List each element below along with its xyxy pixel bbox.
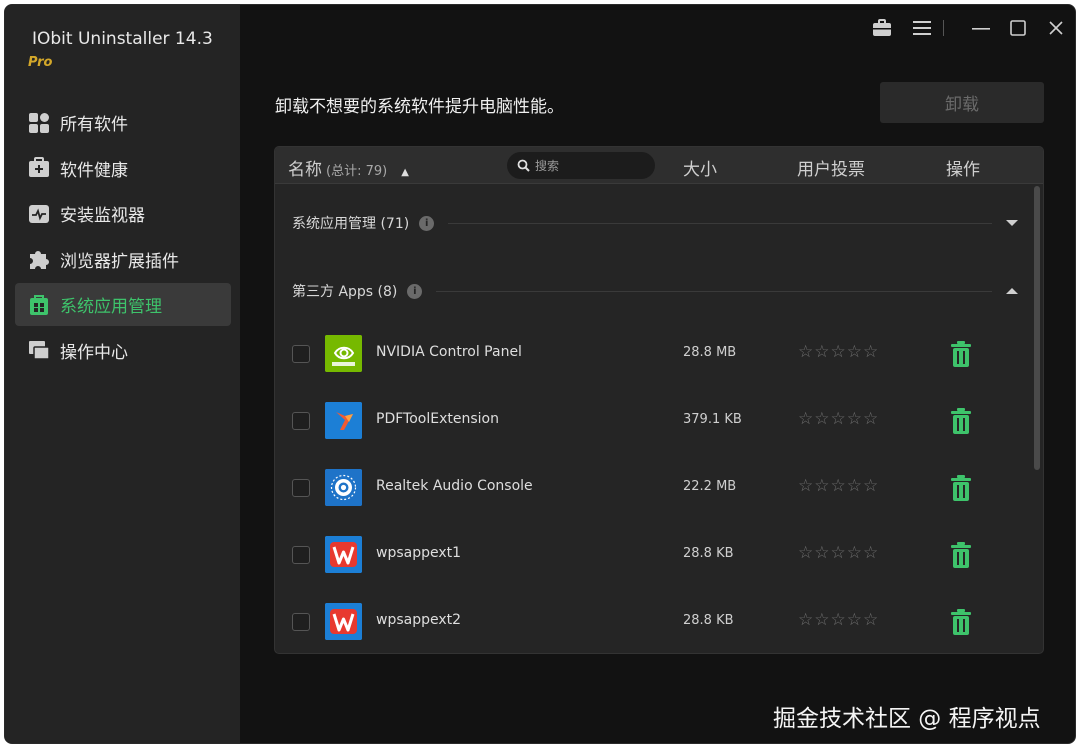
trash-icon[interactable] <box>949 474 973 502</box>
apps-table: 名称 (总计: 79) ▲ 大小 用户投票 操作 系统应用管理 (71) i 第… <box>274 146 1044 654</box>
close-icon[interactable] <box>1045 17 1067 39</box>
maximize-icon[interactable] <box>1007 17 1029 39</box>
info-icon[interactable]: i <box>419 215 435 231</box>
search-input[interactable] <box>535 158 645 173</box>
app-size: 379.1 KB <box>683 412 742 427</box>
trash-icon[interactable] <box>949 541 973 569</box>
watermark: 掘金技术社区 @ 程序视点 <box>773 706 1041 732</box>
windows-app-icon <box>28 294 50 316</box>
sidebar-item-label: 浏览器扩展插件 <box>60 251 179 272</box>
wps-icon <box>325 536 362 573</box>
page-subtitle: 卸载不想要的系统软件提升电脑性能。 <box>275 97 564 117</box>
info-icon[interactable]: i <box>407 283 423 299</box>
app-size: 28.8 KB <box>683 546 734 561</box>
trash-icon[interactable] <box>949 608 973 636</box>
sidebar-item-label: 系统应用管理 <box>60 297 162 318</box>
row-checkbox[interactable] <box>292 412 310 430</box>
menu-icon[interactable] <box>911 17 933 39</box>
table-row[interactable]: PDFToolExtension 379.1 KB ☆☆☆☆☆ <box>275 391 1043 451</box>
sidebar-item-browser-extensions[interactable]: 浏览器扩展插件 <box>15 238 231 281</box>
action-center-icon <box>28 339 50 361</box>
sidebar-item-all-software[interactable]: 所有软件 <box>15 101 231 144</box>
health-kit-icon <box>28 157 50 179</box>
app-name: Realtek Audio Console <box>376 478 533 494</box>
search-box[interactable] <box>507 152 655 179</box>
table-header: 名称 (总计: 79) ▲ 大小 用户投票 操作 <box>275 147 1043 184</box>
sidebar-nav: 所有软件 软件健康 安装监视器 浏览器扩展插件 系统应用管理 操作中心 <box>15 101 231 375</box>
chevron-up-icon <box>1006 288 1018 294</box>
rating-stars[interactable]: ☆☆☆☆☆ <box>798 342 879 362</box>
app-size: 28.8 KB <box>683 613 734 628</box>
group-label: 系统应用管理 (71) <box>292 216 410 232</box>
group-third-party-apps[interactable]: 第三方 Apps (8) i <box>275 276 1043 306</box>
row-checkbox[interactable] <box>292 546 310 564</box>
app-name: wpsappext2 <box>376 612 462 628</box>
table-row[interactable]: wpsappext2 28.8 KB ☆☆☆☆☆ <box>275 592 1043 652</box>
grid-apps-icon <box>28 112 50 134</box>
rating-stars[interactable]: ☆☆☆☆☆ <box>798 476 879 496</box>
sidebar-item-action-center[interactable]: 操作中心 <box>15 329 231 372</box>
trash-icon[interactable] <box>949 407 973 435</box>
rating-stars[interactable]: ☆☆☆☆☆ <box>798 610 879 630</box>
table-row[interactable]: NVIDIA Control Panel 28.8 MB ☆☆☆☆☆ <box>275 324 1043 384</box>
uninstall-button[interactable]: 卸载 <box>880 82 1044 123</box>
rating-column-header[interactable]: 用户投票 <box>797 155 865 180</box>
pdftool-icon <box>325 402 362 439</box>
row-checkbox[interactable] <box>292 345 310 363</box>
scrollbar[interactable] <box>1034 186 1040 470</box>
sidebar: IObit Uninstaller 14.3 Pro 所有软件 软件健康 安装监… <box>5 5 240 743</box>
realtek-icon <box>325 469 362 506</box>
app-name: NVIDIA Control Panel <box>376 344 522 360</box>
minimize-icon[interactable] <box>970 17 992 39</box>
group-system-apps[interactable]: 系统应用管理 (71) i <box>275 208 1043 238</box>
action-column-header: 操作 <box>946 160 980 180</box>
app-name: PDFToolExtension <box>376 411 499 427</box>
search-icon <box>517 159 530 172</box>
wps-icon <box>325 603 362 640</box>
toolbox-icon[interactable] <box>871 17 893 39</box>
table-row[interactable]: wpsappext1 28.8 KB ☆☆☆☆☆ <box>275 525 1043 585</box>
app-edition-badge: Pro <box>28 55 53 70</box>
app-window: IObit Uninstaller 14.3 Pro 所有软件 软件健康 安装监… <box>4 4 1076 744</box>
nvidia-icon <box>325 335 362 372</box>
sidebar-item-label: 操作中心 <box>60 342 128 363</box>
puzzle-icon <box>28 248 50 270</box>
total-count: (总计: 79) <box>326 164 388 179</box>
name-column-label: 名称 <box>288 160 322 180</box>
sidebar-item-system-apps[interactable]: 系统应用管理 <box>15 283 231 327</box>
group-divider <box>436 290 992 292</box>
app-title: IObit Uninstaller 14.3 <box>32 29 213 49</box>
app-name: wpsappext1 <box>376 545 462 561</box>
rating-stars[interactable]: ☆☆☆☆☆ <box>798 409 879 429</box>
rating-stars[interactable]: ☆☆☆☆☆ <box>798 543 879 563</box>
sidebar-item-label: 安装监视器 <box>60 206 145 227</box>
titlebar-divider <box>940 17 948 39</box>
row-checkbox[interactable] <box>292 613 310 631</box>
app-size: 22.2 MB <box>683 479 737 494</box>
app-size: 28.8 MB <box>683 345 737 360</box>
sidebar-item-label: 软件健康 <box>60 160 128 181</box>
trash-icon[interactable] <box>949 340 973 368</box>
sidebar-item-software-health[interactable]: 软件健康 <box>15 147 231 190</box>
sidebar-item-install-monitor[interactable]: 安装监视器 <box>15 192 231 235</box>
table-row[interactable]: Realtek Audio Console 22.2 MB ☆☆☆☆☆ <box>275 458 1043 518</box>
group-divider <box>448 222 992 224</box>
group-label: 第三方 Apps (8) <box>292 284 398 300</box>
sort-ascending-icon: ▲ <box>401 167 409 178</box>
chevron-down-icon <box>1006 220 1018 226</box>
row-checkbox[interactable] <box>292 479 310 497</box>
sidebar-item-label: 所有软件 <box>60 115 128 135</box>
monitor-pulse-icon <box>28 203 50 225</box>
size-column-header[interactable]: 大小 <box>683 155 717 180</box>
name-column-header[interactable]: 名称 (总计: 79) ▲ <box>288 155 409 180</box>
